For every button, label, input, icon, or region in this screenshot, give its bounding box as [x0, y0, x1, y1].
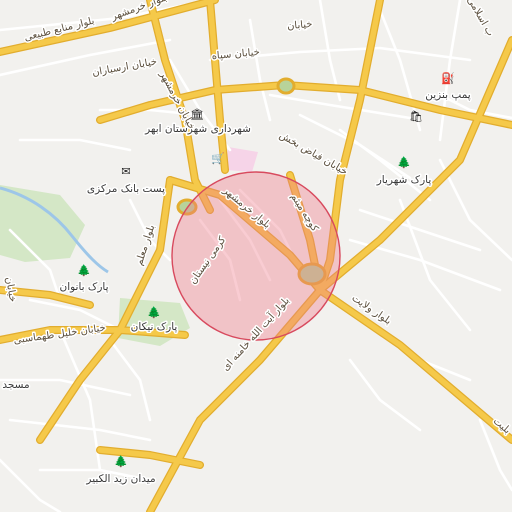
tree-icon[interactable]: 🌲 — [114, 455, 128, 468]
svg-text:🛒: 🛒 — [211, 152, 225, 165]
svg-text:✉: ✉ — [121, 165, 130, 178]
poi-label-park-shahriar[interactable]: پارک شهریار — [374, 173, 433, 188]
svg-text:🌲: 🌲 — [77, 264, 91, 277]
bank-icon[interactable]: 🏛 — [190, 108, 204, 121]
poi-label-park-banoan[interactable]: پارک بانوان — [58, 280, 110, 295]
roundabout-north — [276, 77, 296, 95]
tree-icon[interactable]: 🌲 — [397, 156, 411, 169]
tree-icon[interactable]: 🌲 — [77, 264, 91, 277]
poi-label-masjed[interactable]: مسجد — [1, 378, 31, 393]
mail-icon[interactable]: ✉ — [121, 165, 130, 178]
map-view[interactable]: بلوار منابع طبیعی بلوار خرمشهر خیابان ار… — [0, 0, 512, 512]
tree-icon[interactable]: 🌲 — [147, 306, 161, 319]
svg-text:⛽: ⛽ — [441, 72, 455, 85]
svg-text:🛍: 🛍 — [409, 110, 423, 123]
poi-label-meydan-zeid[interactable]: میدان زید الکبیر — [84, 472, 157, 487]
svg-text:🌲: 🌲 — [114, 455, 128, 468]
street-label-center-top: خیابان — [287, 19, 313, 32]
poi-label-shahrdari[interactable]: شهرداری شهرستان ابهر — [143, 122, 253, 137]
svg-text:🏛: 🏛 — [190, 108, 204, 121]
svg-text:🌲: 🌲 — [147, 306, 161, 319]
svg-text:🌲: 🌲 — [397, 156, 411, 169]
highlight-circle[interactable] — [171, 171, 341, 341]
fuel-pump-icon[interactable]: ⛽ — [441, 72, 455, 85]
poi-label-pomp-benzin[interactable]: پمپ بنزین — [424, 88, 473, 103]
map-canvas[interactable]: بلوار منابع طبیعی بلوار خرمشهر خیابان ار… — [0, 0, 512, 512]
poi-label-park-nikan[interactable]: پارک نیکان — [129, 320, 179, 335]
shop-icon[interactable]: 🛒 — [211, 152, 225, 165]
shop-icon[interactable]: 🛍 — [409, 110, 423, 123]
poi-label-post-bank[interactable]: پست بانک مرکزی — [85, 182, 166, 197]
